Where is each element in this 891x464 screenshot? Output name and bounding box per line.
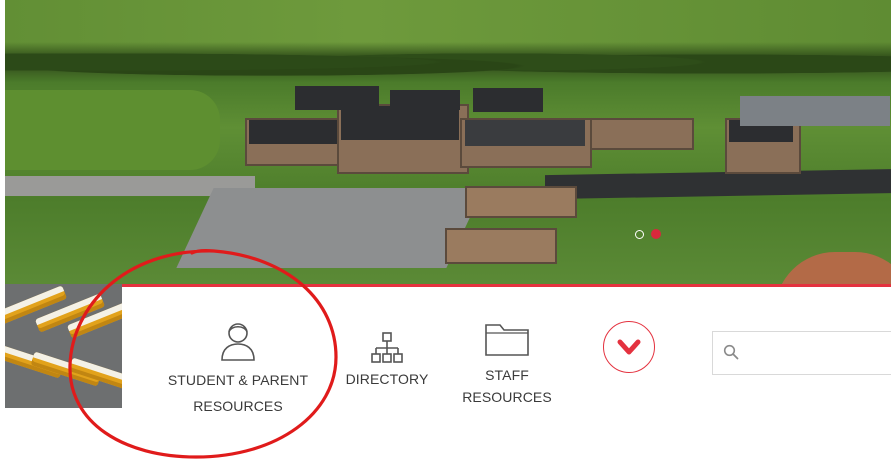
person-icon bbox=[221, 323, 255, 361]
carousel-dot[interactable] bbox=[635, 230, 644, 239]
staff-resources-link[interactable]: STAFF RESOURCES bbox=[448, 321, 566, 407]
link-label: RESOURCES bbox=[193, 398, 283, 414]
school-bus-photo bbox=[5, 284, 122, 408]
folder-icon bbox=[485, 324, 529, 356]
hero-photo bbox=[5, 0, 891, 284]
quick-links-bar: STUDENT & PARENT RESOURCES DIRECTORY STA… bbox=[122, 284, 891, 464]
carousel-dot-active[interactable] bbox=[651, 229, 661, 239]
baseball-diamond bbox=[775, 252, 891, 284]
building-roof bbox=[249, 120, 341, 144]
link-label: DIRECTORY bbox=[345, 371, 429, 387]
directory-link[interactable]: DIRECTORY bbox=[332, 331, 442, 389]
org-chart-icon bbox=[371, 332, 403, 363]
school-building bbox=[590, 118, 694, 150]
student-parent-resources-link[interactable]: STUDENT & PARENT RESOURCES bbox=[138, 320, 338, 416]
lawn bbox=[5, 90, 220, 170]
chevron-down-icon bbox=[617, 339, 641, 355]
building-roof bbox=[465, 120, 585, 146]
parking-lot bbox=[176, 188, 484, 268]
building-roof bbox=[390, 90, 460, 110]
school-building bbox=[445, 228, 557, 264]
carousel-indicators bbox=[633, 228, 665, 242]
building-roof bbox=[473, 88, 543, 112]
search-icon bbox=[723, 344, 739, 360]
search-input[interactable] bbox=[747, 340, 891, 366]
road bbox=[545, 168, 891, 200]
link-label: RESOURCES bbox=[462, 389, 552, 405]
link-label: STUDENT & PARENT bbox=[167, 372, 309, 388]
search-box[interactable] bbox=[712, 331, 891, 375]
treeline bbox=[5, 42, 891, 82]
building-roof bbox=[295, 86, 379, 110]
building-roof bbox=[341, 106, 459, 140]
expand-more-button[interactable] bbox=[603, 321, 655, 373]
school-building bbox=[465, 186, 577, 218]
building-roof bbox=[740, 96, 890, 126]
link-label: STAFF bbox=[485, 367, 529, 383]
